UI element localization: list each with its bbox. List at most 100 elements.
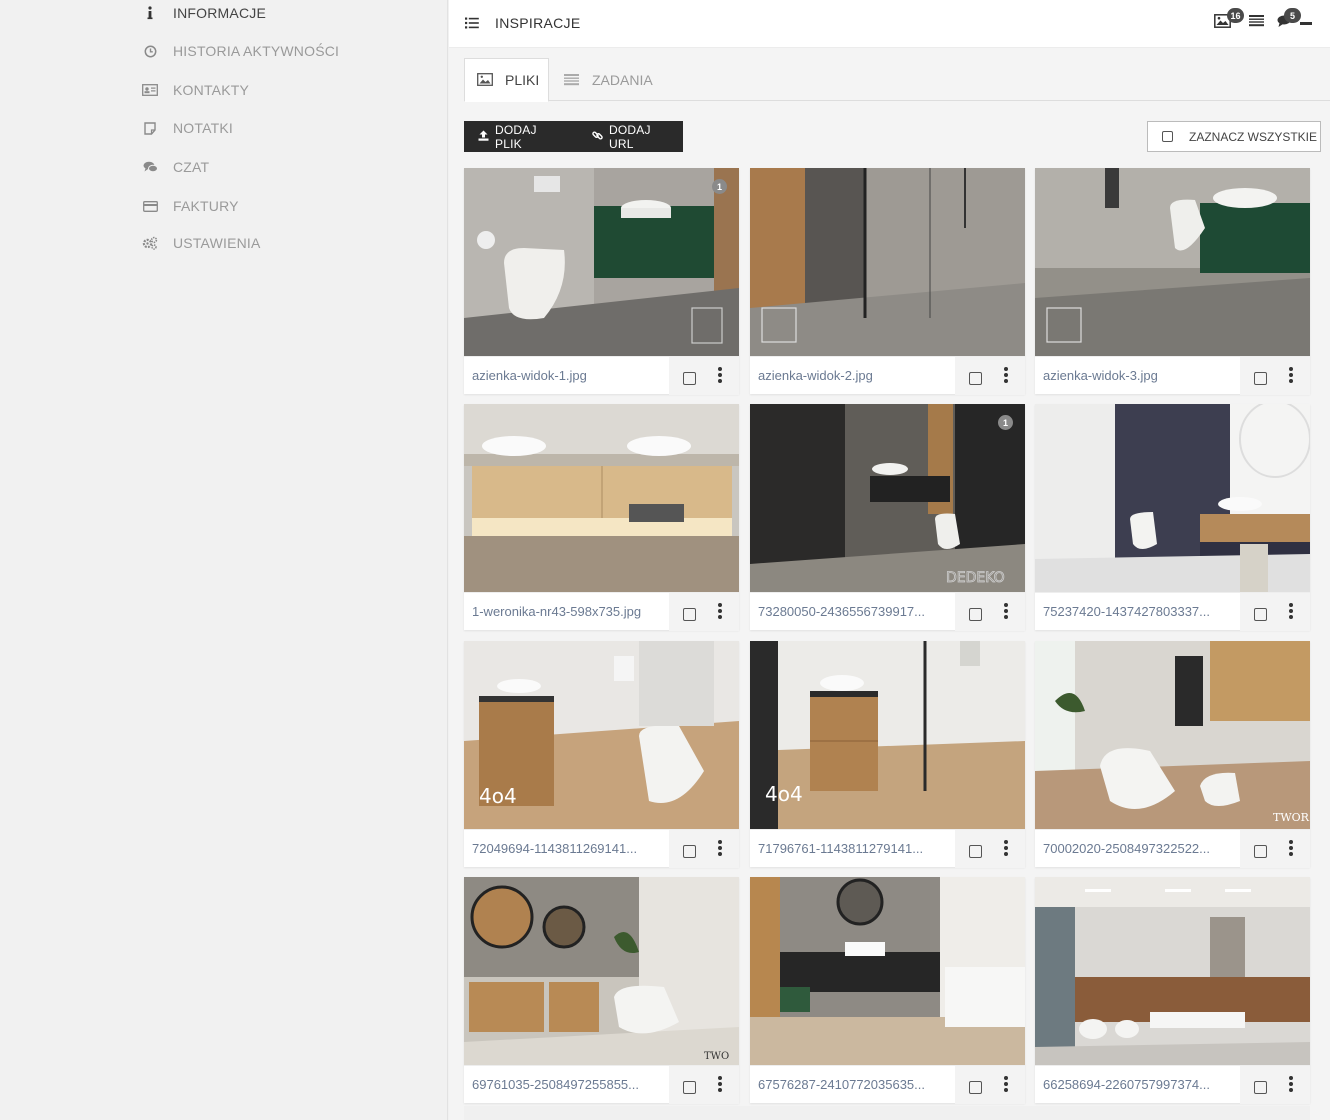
- sidebar-item-czat[interactable]: CZAT: [140, 155, 209, 179]
- sidebar-item-label: FAKTURY: [173, 198, 239, 214]
- file-card[interactable]: azienka-widok-2.jpg: [750, 168, 1025, 395]
- dedeko-watermark: DEDEKO: [946, 570, 1005, 586]
- images-button[interactable]: 16: [1214, 8, 1244, 32]
- add-url-button[interactable]: DODAJ URL: [578, 121, 683, 152]
- more-options-icon[interactable]: [1002, 367, 1010, 383]
- file-name[interactable]: azienka-widok-1.jpg: [472, 368, 662, 383]
- file-checkbox[interactable]: [1254, 1081, 1267, 1094]
- minimize-button[interactable]: [1300, 22, 1312, 25]
- tab-zadania[interactable]: ZADANIA: [552, 58, 665, 101]
- chat-icon: [140, 157, 160, 177]
- file-checkbox[interactable]: [1254, 608, 1267, 621]
- file-name[interactable]: 73280050-2436556739917...: [758, 604, 948, 619]
- file-thumbnail[interactable]: [1035, 168, 1310, 356]
- file-name[interactable]: 71796761-1143811279141...: [758, 841, 948, 856]
- file-thumbnail[interactable]: 4o4: [750, 641, 1025, 829]
- more-options-icon[interactable]: [1002, 840, 1010, 856]
- file-card[interactable]: TWOR 70002020-2508497322522...: [1035, 641, 1310, 868]
- file-card[interactable]: 66258694-2260757997374...: [1035, 877, 1310, 1104]
- file-thumbnail[interactable]: TWO: [464, 877, 739, 1065]
- sidebar-item-historia[interactable]: HISTORIA AKTYWNOŚCI: [140, 39, 339, 63]
- more-options-icon[interactable]: [1287, 603, 1295, 619]
- file-thumbnail[interactable]: 1: [464, 168, 739, 356]
- select-all-button[interactable]: ZAZNACZ WSZYSTKIE: [1147, 121, 1321, 152]
- file-thumbnail[interactable]: [1035, 877, 1310, 1065]
- contact-card-icon: [140, 80, 160, 100]
- file-thumbnail[interactable]: 4o4: [464, 641, 739, 829]
- file-thumbnail[interactable]: [1035, 404, 1310, 592]
- file-thumbnail[interactable]: [750, 877, 1025, 1065]
- file-checkbox[interactable]: [1254, 845, 1267, 858]
- sidebar-item-notatki[interactable]: NOTATKI: [140, 116, 233, 140]
- file-card[interactable]: 75237420-1437427803337...: [1035, 404, 1310, 631]
- file-footer: 72049694-1143811269141...: [464, 829, 739, 868]
- file-thumbnail[interactable]: TWOR: [1035, 641, 1310, 829]
- chat-button[interactable]: 5: [1277, 8, 1301, 32]
- file-name[interactable]: 72049694-1143811269141...: [472, 841, 662, 856]
- file-name[interactable]: 67576287-2410772035635...: [758, 1077, 948, 1092]
- top-bar: INSPIRACJE 16 5: [449, 0, 1330, 48]
- file-name[interactable]: 69761035-2508497255855...: [472, 1077, 662, 1092]
- file-card[interactable]: 4o4 72049694-1143811269141...: [464, 641, 739, 868]
- more-options-icon[interactable]: [716, 367, 724, 383]
- file-name[interactable]: 75237420-1437427803337...: [1043, 604, 1233, 619]
- file-checkbox[interactable]: [969, 372, 982, 385]
- twor-watermark: TWOR: [1273, 811, 1310, 824]
- tab-label: ZADANIA: [592, 71, 653, 88]
- file-thumbnail[interactable]: [464, 404, 739, 592]
- file-name[interactable]: 1-weronika-nr43-598x735.jpg: [472, 604, 662, 619]
- more-options-icon[interactable]: [716, 1076, 724, 1092]
- image-icon: [477, 73, 493, 87]
- more-options-icon[interactable]: [1287, 1076, 1295, 1092]
- select-all-label: ZAZNACZ WSZYSTKIE: [1189, 129, 1318, 144]
- sidebar-item-kontakty[interactable]: KONTAKTY: [140, 78, 249, 102]
- credit-card-icon: [140, 196, 160, 216]
- file-card[interactable]: 4o4 71796761-1143811279141...: [750, 641, 1025, 868]
- file-checkbox[interactable]: [969, 1081, 982, 1094]
- sidebar-item-ustawienia[interactable]: USTAWIENIA: [140, 231, 261, 255]
- chat-count-badge: 5: [1284, 8, 1301, 23]
- file-card[interactable]: TWO 69761035-2508497255855...: [464, 877, 739, 1104]
- more-options-icon[interactable]: [1287, 840, 1295, 856]
- file-thumbnail[interactable]: [750, 168, 1025, 356]
- file-checkbox[interactable]: [683, 608, 696, 621]
- file-checkbox[interactable]: [683, 372, 696, 385]
- tab-pliki[interactable]: PLIKI: [464, 58, 549, 102]
- add-file-button[interactable]: DODAJ PLIK: [464, 121, 578, 152]
- more-options-icon[interactable]: [716, 840, 724, 856]
- file-actions: [669, 830, 739, 868]
- file-name[interactable]: azienka-widok-2.jpg: [758, 368, 948, 383]
- more-options-icon[interactable]: [1002, 603, 1010, 619]
- comment-count-badge: 1: [998, 415, 1013, 430]
- file-card[interactable]: 1-weronika-nr43-598x735.jpg: [464, 404, 739, 631]
- file-name[interactable]: azienka-widok-3.jpg: [1043, 368, 1233, 383]
- file-card[interactable]: 1 azienka-widok-1.jpg: [464, 168, 739, 395]
- file-actions: [1240, 830, 1310, 868]
- file-checkbox[interactable]: [683, 1081, 696, 1094]
- file-checkbox[interactable]: [683, 845, 696, 858]
- more-options-icon[interactable]: [1002, 1076, 1010, 1092]
- file-card[interactable]: DEDEKO 1 73280050-2436556739917...: [750, 404, 1025, 631]
- file-checkbox[interactable]: [969, 608, 982, 621]
- file-checkbox[interactable]: [969, 845, 982, 858]
- file-card[interactable]: azienka-widok-3.jpg: [1035, 168, 1310, 395]
- file-card[interactable]: 67576287-2410772035635...: [750, 877, 1025, 1104]
- sidebar-item-informacje[interactable]: INFORMACJE: [140, 1, 266, 25]
- sidebar: INFORMACJE HISTORIA AKTYWNOŚCI KONTAKTY …: [0, 0, 448, 1120]
- file-footer: 67576287-2410772035635...: [750, 1065, 1025, 1104]
- clock-icon: [140, 41, 160, 61]
- more-options-icon[interactable]: [1287, 367, 1295, 383]
- info-icon: [140, 3, 160, 23]
- more-options-icon[interactable]: [716, 603, 724, 619]
- list-icon: [465, 16, 479, 30]
- sidebar-item-faktury[interactable]: FAKTURY: [140, 194, 239, 218]
- file-name[interactable]: 70002020-2508497322522...: [1043, 841, 1233, 856]
- file-footer: azienka-widok-2.jpg: [750, 356, 1025, 395]
- file-thumbnail[interactable]: DEDEKO 1: [750, 404, 1025, 592]
- file-name[interactable]: 66258694-2260757997374...: [1043, 1077, 1233, 1092]
- file-footer: azienka-widok-1.jpg: [464, 356, 739, 395]
- tasks-button[interactable]: [1249, 14, 1269, 32]
- file-checkbox[interactable]: [1254, 372, 1267, 385]
- tab-label: PLIKI: [505, 72, 540, 88]
- file-footer: 69761035-2508497255855...: [464, 1065, 739, 1104]
